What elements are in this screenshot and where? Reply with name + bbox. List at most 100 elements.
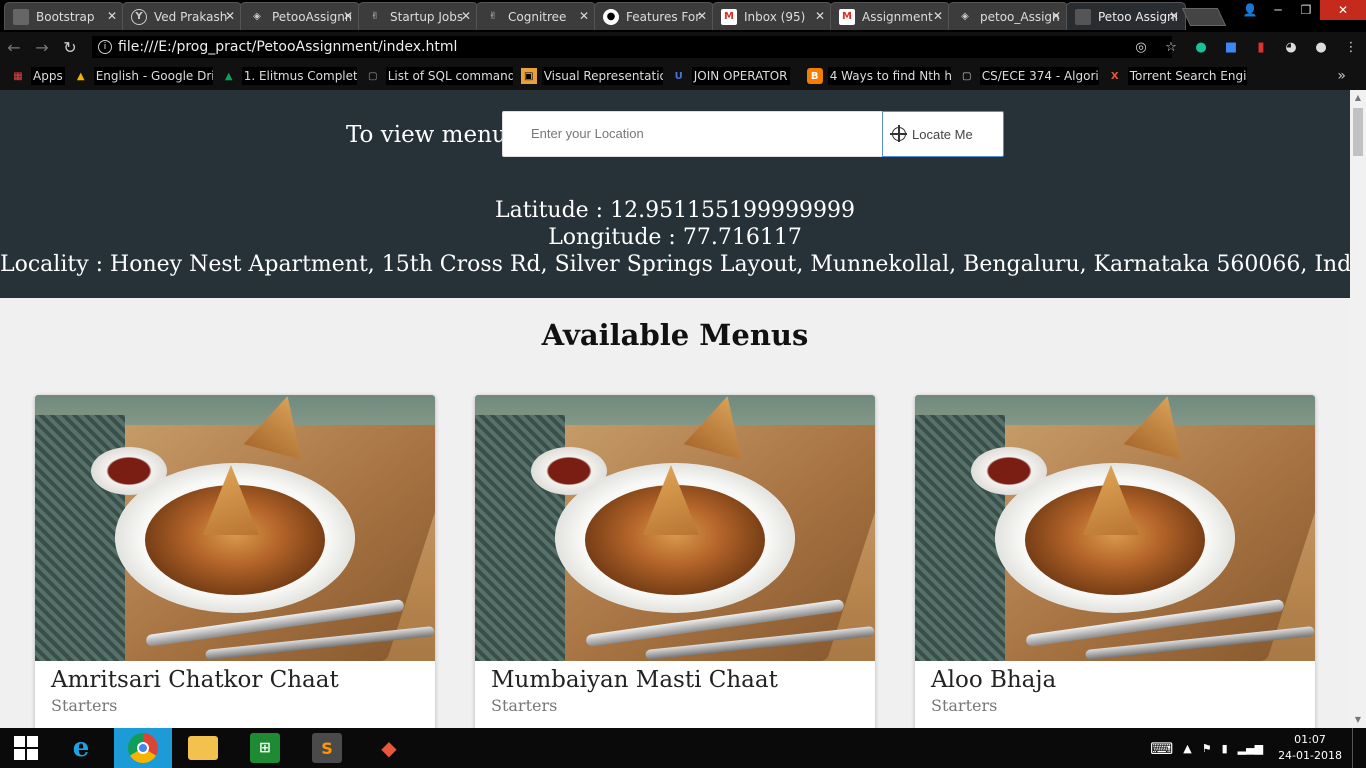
page-scrollbar[interactable]: ▲ ▼ <box>1350 90 1366 728</box>
internet-explorer-icon: e <box>72 733 90 763</box>
bookmark-item[interactable]: B4 Ways to find Nth highest <box>806 64 951 88</box>
grammarly-icon[interactable]: ● <box>1186 40 1216 55</box>
menu-card[interactable]: Amritsari Chatkor Chaat Starters <box>35 395 435 728</box>
bookmark-item[interactable]: ▢ List of SQL commands <box>365 64 513 88</box>
system-tray: ⌨ ▲ ⚑ ▮ ▂▄▆ 01:07 24-01-2018 <box>1145 728 1366 768</box>
taskbar-git[interactable]: ◆ <box>360 728 418 768</box>
close-icon[interactable]: ✕ <box>343 9 353 23</box>
menu-card[interactable]: Mumbaiyan Masti Chaat Starters <box>475 395 875 728</box>
apps-grid-icon: ▦ <box>13 70 23 82</box>
menu-card[interactable]: Aloo Bhaja Starters <box>915 395 1315 728</box>
browser-tab[interactable]: ● Features For ✕ <box>594 2 714 30</box>
chrome-icon <box>128 733 158 763</box>
close-icon[interactable]: ✕ <box>579 9 589 23</box>
taskbar-store[interactable]: ⊞ <box>236 728 294 768</box>
angellist-icon: ✌ <box>370 11 380 22</box>
taskbar-explorer[interactable] <box>174 728 232 768</box>
forward-icon[interactable]: → <box>28 38 56 57</box>
browser-tab[interactable]: ◈ petoo_Assignment✕ <box>948 2 1068 30</box>
clock-time: 01:07 <box>1294 733 1326 746</box>
chevron-more-icon[interactable]: » <box>1337 68 1346 84</box>
browser-tab[interactable]: ✌ Startup Jobs ✕ <box>358 2 478 30</box>
bookmark-label: 4 Ways to find Nth highest <box>827 67 951 85</box>
bookmark-label: JOIN OPERATOR <box>691 67 790 85</box>
bookmark-label: CS/ECE 374 - Algorithms <box>979 67 1099 85</box>
bookmark-label: English - Google Drive <box>93 67 213 85</box>
tab-title: petoo_Assignment <box>980 9 1059 24</box>
close-window-icon[interactable]: ✕ <box>1320 0 1366 20</box>
action-center-icon[interactable] <box>1352 728 1366 768</box>
scroll-up-icon[interactable]: ▲ <box>1350 90 1366 106</box>
close-icon[interactable]: ✕ <box>461 9 471 23</box>
close-icon[interactable]: ✕ <box>225 9 235 23</box>
close-icon[interactable]: ✕ <box>107 9 117 23</box>
signal-icon[interactable]: ▂▄▆ <box>1233 742 1268 755</box>
bookmark-item[interactable]: U JOIN OPERATOR <box>671 64 799 88</box>
bookmark-item[interactable]: ▲ 1. Elitmus Complete <box>221 64 357 88</box>
page-icon: ▢ <box>961 70 972 82</box>
bookmark-item[interactable]: ▲ English - Google Drive <box>73 64 213 88</box>
close-icon[interactable]: ✕ <box>697 9 707 23</box>
blogger-icon: B <box>806 68 823 84</box>
sublime-icon: S <box>312 733 342 763</box>
menu-icon[interactable]: ⋮ <box>1336 40 1366 55</box>
minimize-icon[interactable]: ─ <box>1264 0 1292 20</box>
bookmarks-bar: ▦ Apps ▲ English - Google Drive ▲ 1. Elitmu… <box>0 62 1366 90</box>
location-input[interactable]: Enter your Location <box>502 111 883 157</box>
flag-icon[interactable]: ⚑ <box>1197 742 1217 755</box>
x-icon: X <box>1110 70 1119 82</box>
location-header: To view menu Enter your Location Locate … <box>0 90 1350 298</box>
bookmark-apps[interactable]: ▦ Apps <box>10 64 65 88</box>
browser-tab[interactable]: ◈ PetooAssignment✕ <box>240 2 360 30</box>
browser-tab[interactable]: Bootstrap ✕ <box>4 2 124 30</box>
translate-icon[interactable]: ■ <box>1216 40 1246 55</box>
menu-item-name: Mumbaiyan Masti Chaat <box>491 667 778 693</box>
location-icon[interactable]: ◎ <box>1126 40 1156 55</box>
window-controls: 👤 ─ ❐ ✕ <box>1236 0 1366 20</box>
browser-tab[interactable]: ✌ Cognitree ✕ <box>476 2 596 30</box>
taskbar-ie[interactable]: e <box>52 728 110 768</box>
panda-icon[interactable]: ◕ <box>1276 40 1306 55</box>
doc-icon: ▢ <box>367 70 378 82</box>
start-button[interactable] <box>0 728 52 768</box>
view-menu-prompt: To view menu <box>346 122 507 148</box>
close-icon[interactable]: ✕ <box>1169 9 1179 23</box>
scrollbar-thumb[interactable] <box>1353 108 1363 156</box>
browser-tab[interactable]: M Inbox (95) ✕ <box>712 2 832 30</box>
locate-me-button[interactable]: Locate Me <box>882 111 1004 157</box>
bookmark-ext-icon[interactable]: ▮ <box>1246 40 1276 55</box>
page-icon <box>13 8 29 25</box>
new-tab-button[interactable] <box>1181 8 1227 26</box>
menu-item-category: Starters <box>51 696 118 715</box>
tab-title: Cognitree <box>508 9 567 24</box>
longitude-text: Longitude : 77.716117 <box>548 225 802 250</box>
browser-tab[interactable]: Y Ved Prakash ✕ <box>122 2 242 30</box>
clock[interactable]: 01:07 24-01-2018 <box>1268 732 1352 764</box>
bookmark-label: List of SQL commands <box>385 67 513 85</box>
close-icon[interactable]: ✕ <box>815 9 825 23</box>
codepen-icon: ◈ <box>961 11 969 22</box>
reload-icon[interactable]: ↻ <box>56 38 84 57</box>
scroll-down-icon[interactable]: ▼ <box>1350 712 1366 728</box>
star-icon[interactable]: ☆ <box>1156 40 1186 55</box>
browser-tab[interactable]: M Assignment ✕ <box>830 2 950 30</box>
user-icon[interactable]: 👤 <box>1236 0 1264 20</box>
bookmark-item[interactable]: ▣ Visual Representation <box>520 64 663 88</box>
bookmark-item[interactable]: ▢ CS/ECE 374 - Algorithms <box>959 64 1099 88</box>
bookmark-item[interactable]: X Torrent Search Engine <box>1107 64 1247 88</box>
address-bar[interactable]: i file:///E:/prog_pract/PetooAssignment/… <box>92 36 1172 58</box>
browser-tab-active[interactable]: Petoo Assignment✕ <box>1066 2 1186 30</box>
taskbar-sublime[interactable]: S <box>298 728 356 768</box>
gmail-icon: M <box>839 8 855 25</box>
info-icon[interactable]: i <box>98 40 112 54</box>
chevron-up-icon[interactable]: ▲ <box>1178 742 1196 755</box>
profile-icon[interactable]: ● <box>1306 40 1336 55</box>
close-icon[interactable]: ✕ <box>1051 9 1061 23</box>
codepen-icon: ◈ <box>253 11 261 22</box>
taskbar-chrome[interactable] <box>114 728 172 768</box>
battery-icon[interactable]: ▮ <box>1217 742 1233 755</box>
close-icon[interactable]: ✕ <box>933 9 943 23</box>
keyboard-icon[interactable]: ⌨ <box>1145 739 1178 758</box>
restore-icon[interactable]: ❐ <box>1292 0 1320 20</box>
back-icon[interactable]: ← <box>0 38 28 57</box>
